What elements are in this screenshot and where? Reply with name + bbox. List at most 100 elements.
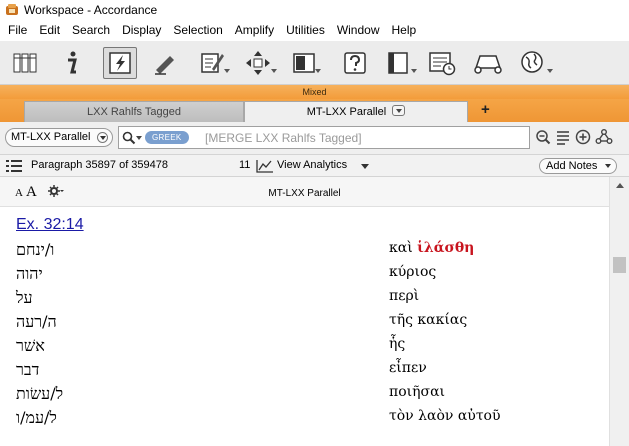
zone-label: Mixed [0, 85, 629, 99]
atlas-button[interactable] [470, 47, 506, 79]
status-bar: Paragraph 35897 of 359478 11 View Analyt… [0, 155, 629, 177]
table-row: אשׁר ἧς [0, 336, 609, 360]
greek-text[interactable]: ἧς [389, 336, 405, 352]
window-title: Workspace - Accordance [24, 3, 158, 17]
search-options-chevron-icon[interactable] [136, 136, 142, 140]
greek-text[interactable]: τὸν λαὸν αὐτοῦ [389, 408, 501, 424]
search-actions [535, 129, 613, 148]
hebrew-text[interactable]: אשׁר [16, 336, 45, 356]
search-input[interactable]: GREEK [MERGE LXX Rahlfs Tagged] [118, 126, 530, 149]
greek-text[interactable]: κύριος [389, 264, 436, 280]
info-button[interactable] [58, 47, 84, 79]
library-icon [13, 53, 37, 73]
hebrew-text[interactable]: יהוה [16, 264, 43, 284]
chevron-down-icon [271, 69, 277, 73]
paragraph-list-icon[interactable] [6, 160, 22, 172]
tab-label: LXX Rahlfs Tagged [87, 106, 181, 118]
menu-search[interactable]: Search [66, 20, 116, 41]
menu-edit[interactable]: Edit [33, 20, 66, 41]
search-query: [MERGE LXX Rahlfs Tagged] [205, 131, 362, 145]
menu-file[interactable]: File [2, 20, 33, 41]
menu-utilities[interactable]: Utilities [280, 20, 331, 41]
view-analytics-button[interactable]: View Analytics [277, 159, 347, 171]
help-icon [344, 52, 366, 74]
greek-word: καὶ [389, 240, 413, 256]
list-view-button[interactable] [555, 129, 571, 148]
search-bar: MT-LXX Parallel GREEK [MERGE LXX Rahlfs … [0, 122, 629, 155]
menu-amplify[interactable]: Amplify [229, 20, 280, 41]
greek-text[interactable]: περὶ [389, 288, 419, 304]
link-button[interactable] [595, 129, 613, 148]
hit-count: 11 [239, 159, 251, 171]
greek-hit-word: ἱλάσθη [417, 240, 475, 256]
globe-button[interactable] [515, 47, 553, 79]
scroll-up-arrow-icon[interactable] [616, 183, 624, 188]
table-row: ל/עמ/ו τὸν λαὸν αὐτοῦ [0, 408, 609, 432]
hebrew-text[interactable]: ל/עשׂות [16, 384, 63, 404]
pane-title: MT-LXX Parallel [268, 188, 341, 199]
chevron-down-icon [315, 69, 321, 73]
menu-display[interactable]: Display [116, 20, 167, 41]
tab-mt-lxx-parallel[interactable]: MT-LXX Parallel [244, 101, 468, 122]
move-button[interactable] [241, 47, 277, 79]
accordance-logo-icon [6, 4, 18, 15]
tab-lxx-rahlfs-tagged[interactable]: LXX Rahlfs Tagged [24, 101, 244, 122]
add-circle-icon [575, 129, 591, 145]
hebrew-text[interactable]: ל/עמ/ו [16, 408, 57, 428]
add-notes-button[interactable]: Add Notes [539, 158, 617, 174]
tab-bar: LXX Rahlfs Tagged MT-LXX Parallel + [0, 99, 629, 122]
title-bar: Workspace - Accordance [0, 0, 629, 20]
menu-bar: File Edit Search Display Selection Ampli… [0, 20, 629, 41]
library-button[interactable] [10, 47, 42, 79]
table-row: דבר εἶπεν [0, 360, 609, 384]
chevron-down-icon [547, 69, 553, 73]
language-tag[interactable]: GREEK [145, 131, 189, 144]
greek-text[interactable]: ποιῆσαι [389, 384, 445, 400]
add-notes-label: Add Notes [546, 160, 598, 172]
tab-label: MT-LXX Parallel [306, 106, 387, 118]
globe-icon [521, 51, 543, 73]
table-row: ה/רעה τῆς κακίας [0, 312, 609, 336]
chevron-down-icon [224, 69, 230, 73]
chevron-down-icon [97, 132, 108, 143]
help-button[interactable] [340, 47, 370, 79]
sidebar-icon [388, 52, 408, 74]
pen-icon [155, 56, 174, 75]
vertical-scrollbar[interactable] [609, 177, 629, 446]
table-row: על περὶ [0, 288, 609, 312]
hebrew-text[interactable]: ה/רעה [16, 312, 57, 332]
panes-icon [293, 53, 315, 73]
search-icon[interactable] [122, 131, 136, 145]
notes-button[interactable] [196, 47, 230, 79]
hebrew-text[interactable]: ו/ינחם [16, 240, 54, 260]
verse-reference-link[interactable]: Ex. 32:14 [16, 216, 84, 234]
greek-text[interactable]: καὶ ἱλάσθη [389, 240, 474, 256]
table-row: ו/ינחם καὶ ἱλάσθη [0, 240, 609, 264]
add-pane-button[interactable] [575, 129, 591, 148]
analytics-chart-icon[interactable] [256, 159, 274, 173]
module-select[interactable]: MT-LXX Parallel [5, 128, 113, 147]
search-options-icon [536, 130, 551, 145]
toolbar [0, 41, 629, 85]
table-row: יהוה κύριος [0, 264, 609, 288]
menu-selection[interactable]: Selection [167, 20, 228, 41]
menu-window[interactable]: Window [331, 20, 386, 41]
parallel-text-pane: Ex. 32:14 ו/ינחם καὶ ἱλάσθη יהוה κύριος … [0, 207, 609, 446]
chevron-down-icon [605, 164, 611, 168]
pen-button[interactable] [150, 47, 182, 79]
greek-text[interactable]: εἶπεν [389, 360, 427, 376]
panes-button[interactable] [289, 47, 321, 79]
add-tab-button[interactable]: + [481, 101, 490, 118]
search-options-button[interactable] [535, 129, 551, 148]
sidebar-button[interactable] [383, 47, 417, 79]
menu-help[interactable]: Help [386, 20, 423, 41]
atlas-icon [474, 55, 502, 74]
tab-menu-chevron-icon[interactable] [392, 105, 406, 116]
scroll-thumb[interactable] [613, 257, 626, 273]
chevron-down-icon[interactable] [361, 164, 369, 169]
timeline-button[interactable] [425, 47, 459, 79]
hebrew-text[interactable]: דבר [16, 360, 39, 380]
greek-text[interactable]: τῆς κακίας [389, 312, 467, 328]
hebrew-text[interactable]: על [16, 288, 33, 308]
highlight-search-button[interactable] [103, 47, 137, 79]
